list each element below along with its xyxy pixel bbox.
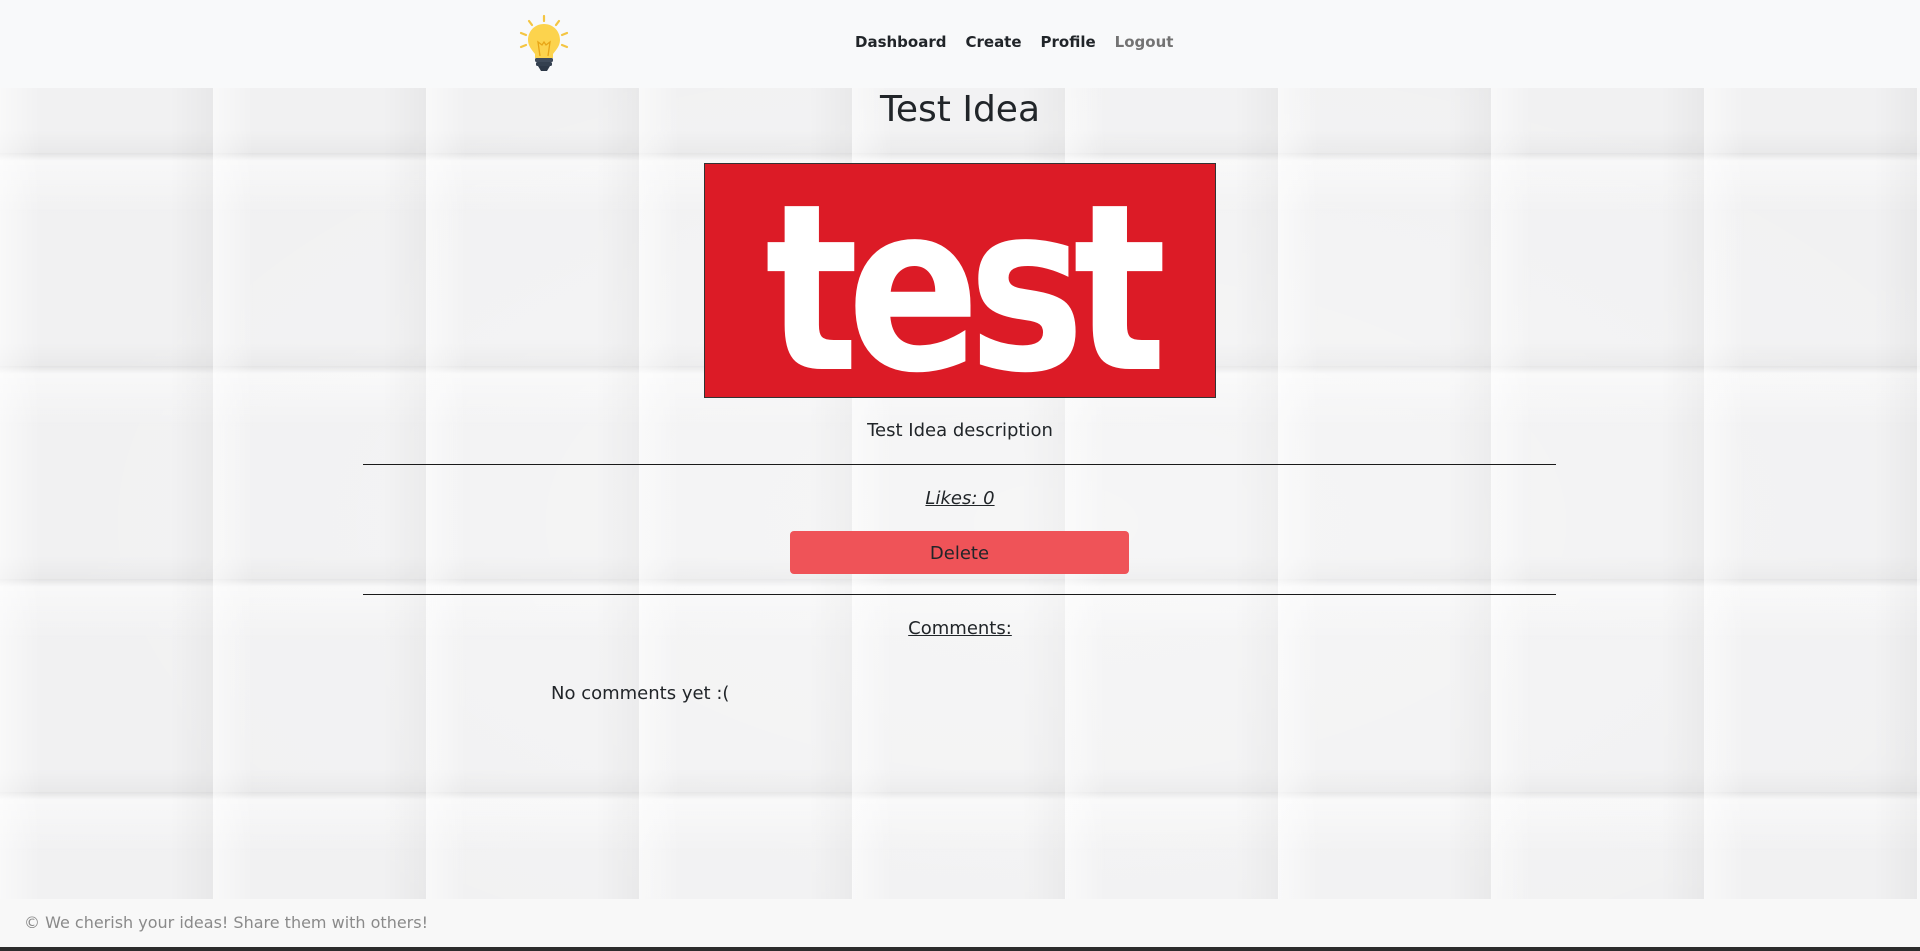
nav-menu: Dashboard Create Profile Logout [855, 33, 1173, 51]
idea-image-text: test [765, 164, 1163, 397]
footer-text: © We cherish your ideas! Share them with… [24, 913, 429, 932]
nav-logout-link[interactable]: Logout [1115, 33, 1174, 51]
divider [363, 594, 1556, 595]
divider [363, 464, 1556, 465]
top-navbar: Dashboard Create Profile Logout [0, 0, 1920, 88]
lightbulb-icon[interactable] [516, 14, 572, 74]
idea-image: test [704, 163, 1216, 398]
footer: © We cherish your ideas! Share them with… [0, 899, 1920, 947]
nav-create-link[interactable]: Create [965, 33, 1021, 51]
nav-profile-link[interactable]: Profile [1041, 33, 1096, 51]
comments-heading: Comments: [908, 618, 1012, 639]
delete-button[interactable]: Delete [790, 531, 1129, 574]
likes-count: Likes: 0 [925, 488, 995, 509]
idea-description: Test Idea description [867, 420, 1053, 441]
no-comments-message: No comments yet :( [551, 683, 730, 704]
nav-dashboard-link[interactable]: Dashboard [855, 33, 946, 51]
page-background [0, 0, 1920, 951]
bottom-edge [0, 947, 1920, 951]
idea-title: Test Idea [879, 89, 1040, 130]
